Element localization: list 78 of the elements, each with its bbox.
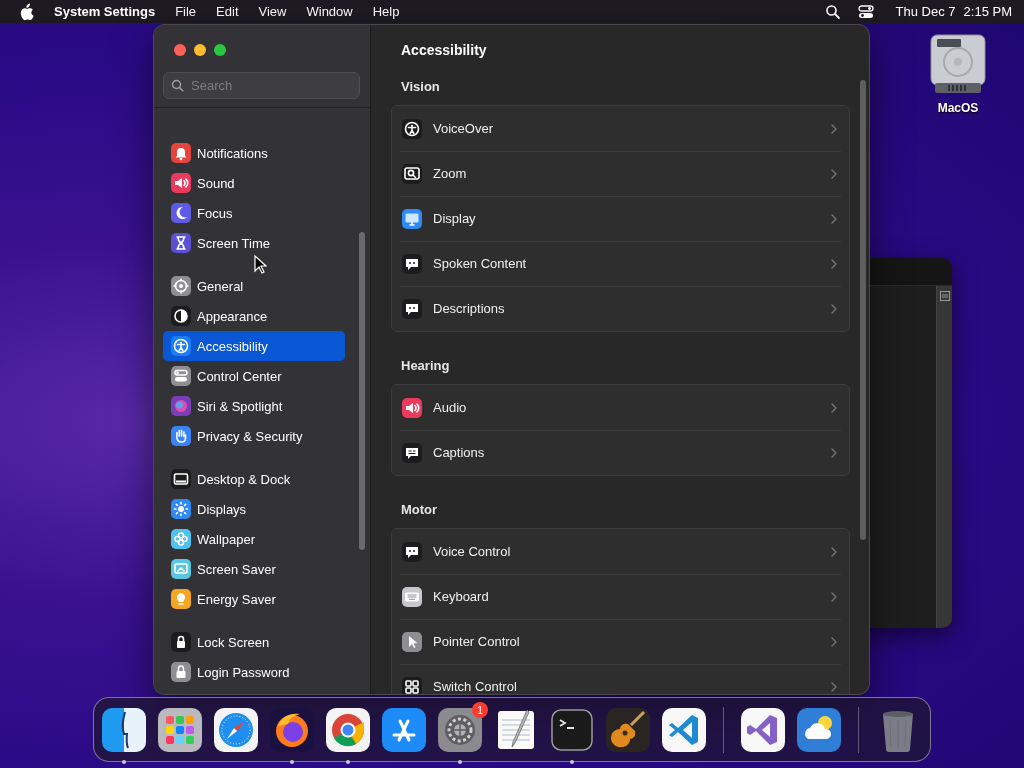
chevron-icon: [831, 168, 837, 179]
sidebar-item[interactable]: Lock Screen: [163, 627, 345, 657]
settings-row[interactable]: Spoken Content: [392, 241, 849, 286]
sidebar-item[interactable]: Energy Saver: [163, 584, 345, 614]
section-heading: Hearing: [400, 357, 451, 375]
store-icon[interactable]: [382, 707, 426, 752]
terminal-icon[interactable]: [550, 707, 594, 752]
sidebar-item[interactable]: Privacy & Security: [163, 421, 345, 451]
chevron-icon: [831, 213, 837, 224]
section-heading: Vision: [400, 78, 441, 96]
scrollbar-thumb[interactable]: [860, 80, 866, 540]
sidebar-item[interactable]: General: [163, 271, 345, 301]
search-field[interactable]: Search: [163, 72, 360, 99]
date-text[interactable]: Thu Dec 7: [895, 4, 956, 19]
search-icon: [171, 79, 184, 92]
apple-icon[interactable]: [18, 2, 34, 21]
hard-drive-icon[interactable]: [929, 33, 987, 95]
close-button[interactable]: [174, 44, 186, 56]
sidebar-item[interactable]: Sound: [163, 168, 345, 198]
sidebar-item[interactable]: Siri & Spotlight: [163, 391, 345, 421]
app-grid-icon[interactable]: [158, 707, 202, 752]
mouse-pointer-icon: [254, 255, 267, 274]
search-icon[interactable]: [824, 3, 841, 20]
menu-item[interactable]: File: [175, 4, 197, 19]
cloud-sun-icon[interactable]: [797, 707, 841, 752]
chevron-icon: [831, 546, 837, 557]
chevron-icon: [831, 447, 837, 458]
compass-icon[interactable]: [214, 707, 258, 752]
ribbon-icon[interactable]: [741, 707, 785, 752]
minimize-button[interactable]: [194, 44, 206, 56]
settings-row[interactable]: Captions: [392, 430, 849, 475]
section-heading: Motor: [400, 501, 439, 519]
sidebar-item[interactable]: Accessibility: [163, 331, 345, 361]
zoom-button[interactable]: [214, 44, 226, 56]
sidebar-item[interactable]: Displays: [163, 494, 345, 524]
gear-icon[interactable]: [438, 707, 482, 752]
menu-item[interactable]: Window: [306, 4, 353, 19]
settings-row[interactable]: Zoom: [392, 151, 849, 196]
chevron-icon: [831, 591, 837, 602]
notification-badge: 1: [472, 701, 488, 718]
settings-row[interactable]: Display: [392, 196, 849, 241]
clock-text[interactable]: 2:15 PM: [963, 4, 1012, 19]
two-tone-app-icon[interactable]: [102, 707, 146, 752]
settings-row[interactable]: Switch Control: [392, 664, 849, 694]
sidebar-item[interactable]: Screen Saver: [163, 554, 345, 584]
sidebar-item[interactable]: Wallpaper: [163, 524, 345, 554]
menu-item[interactable]: Edit: [216, 4, 239, 19]
settings-row[interactable]: Audio: [392, 385, 849, 430]
settings-row[interactable]: Descriptions: [392, 286, 849, 331]
chevron-icon: [831, 636, 837, 647]
settings-row[interactable]: Keyboard: [392, 574, 849, 619]
menu-item[interactable]: View: [258, 4, 287, 19]
chevron-icon: [831, 402, 837, 413]
settings-row[interactable]: VoiceOver: [392, 106, 849, 151]
control-center-icon[interactable]: [857, 3, 874, 20]
sidebar-item[interactable]: Notifications: [163, 138, 345, 168]
menu-item[interactable]: Help: [372, 4, 400, 19]
color-wheel-icon[interactable]: [326, 707, 370, 752]
sidebar-item[interactable]: Screen Time: [163, 228, 345, 258]
fox-globe-icon[interactable]: [270, 707, 314, 752]
sidebar-item[interactable]: Desktop & Dock: [163, 464, 345, 494]
sidebar-item[interactable]: Login Password: [163, 657, 345, 687]
scrollbar-thumb[interactable]: [359, 232, 365, 550]
chevron-icon: [831, 123, 837, 134]
sidebar-item[interactable]: Focus: [163, 198, 345, 228]
settings-row[interactable]: Voice Control: [392, 529, 849, 574]
chevron-icon: [831, 258, 837, 269]
code-editor-icon[interactable]: [662, 707, 706, 752]
chevron-icon: [831, 303, 837, 314]
split-icon[interactable]: [939, 291, 950, 301]
app-menu[interactable]: System Settings: [54, 4, 156, 19]
settings-row[interactable]: Pointer Control: [392, 619, 849, 664]
sidebar-item[interactable]: Control Center: [163, 361, 345, 391]
desktop-icon-label[interactable]: MacOS: [937, 101, 979, 115]
chevron-icon: [831, 681, 837, 692]
sidebar-item[interactable]: Appearance: [163, 301, 345, 331]
page-title: Accessibility: [400, 41, 488, 60]
guitar-icon[interactable]: [606, 707, 650, 752]
